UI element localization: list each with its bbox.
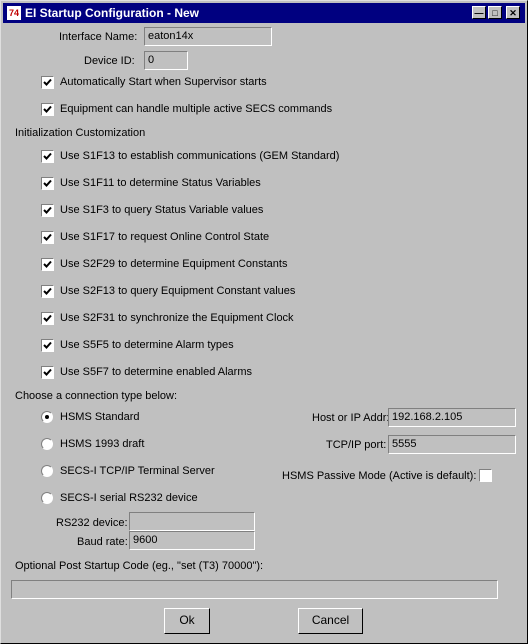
multiple-secs-label: Equipment can handle multiple active SEC… [60, 103, 333, 115]
interface-name-field[interactable]: eaton14x [144, 27, 272, 46]
connection-section-heading: Choose a connection type below: [15, 390, 178, 402]
multiple-secs-checkbox[interactable] [41, 103, 54, 116]
init-option-5-label: Use S2F29 to determine Equipment Constan… [60, 258, 288, 270]
init-option-6-checkbox[interactable] [41, 285, 54, 298]
interface-name-label: Interface Name: [59, 31, 138, 43]
minimize-icon[interactable]: — [472, 6, 486, 19]
host-field[interactable]: 192.168.2.105 [388, 408, 516, 427]
init-option-6-label: Use S2F13 to query Equipment Constant va… [60, 285, 296, 297]
init-section-heading: Initialization Customization [15, 127, 146, 139]
window-title: EI Startup Configuration - New [25, 6, 199, 20]
port-label: TCP/IP port: [326, 439, 387, 451]
title-bar[interactable]: 74 EI Startup Configuration - New — □ ✕ [3, 3, 525, 23]
init-option-4-checkbox[interactable] [41, 231, 54, 244]
checkmark-icon [43, 152, 52, 160]
close-icon[interactable]: ✕ [506, 6, 520, 19]
connection-type-label-2: HSMS 1993 draft [60, 438, 145, 450]
rs232-field[interactable] [129, 512, 255, 531]
host-label: Host or IP Addr: [312, 412, 390, 424]
init-option-1-checkbox[interactable] [41, 150, 54, 163]
init-option-1-label: Use S1F13 to establish communications (G… [60, 150, 340, 162]
ok-button[interactable]: Ok [164, 608, 210, 634]
checkmark-icon [43, 233, 52, 241]
checkmark-icon [43, 179, 52, 187]
checkmark-icon [43, 105, 52, 113]
init-option-3-label: Use S1F3 to query Status Variable values [60, 204, 264, 216]
auto-start-checkbox[interactable] [41, 76, 54, 89]
init-option-2-label: Use S1F11 to determine Status Variables [60, 177, 261, 189]
connection-type-radio-2[interactable] [41, 438, 53, 450]
passive-mode-checkbox[interactable] [479, 469, 492, 482]
init-option-9-checkbox[interactable] [41, 366, 54, 379]
init-option-8-checkbox[interactable] [41, 339, 54, 352]
connection-type-label-4: SECS-I serial RS232 device [60, 492, 198, 504]
connection-type-radio-3[interactable] [41, 465, 53, 477]
checkmark-icon [43, 341, 52, 349]
checkmark-icon [43, 314, 52, 322]
init-option-9-label: Use S5F7 to determine enabled Alarms [60, 366, 252, 378]
checkmark-icon [43, 78, 52, 86]
connection-type-label-1: HSMS Standard [60, 411, 140, 423]
init-option-3-checkbox[interactable] [41, 204, 54, 217]
checkmark-icon [43, 206, 52, 214]
maximize-icon[interactable]: □ [488, 6, 502, 19]
rs232-label: RS232 device: [56, 517, 128, 529]
post-startup-label: Optional Post Startup Code (eg., "set (T… [15, 560, 264, 572]
device-id-label: Device ID: [84, 55, 135, 67]
init-option-5-checkbox[interactable] [41, 258, 54, 271]
device-id-field[interactable]: 0 [144, 51, 188, 70]
init-option-2-checkbox[interactable] [41, 177, 54, 190]
init-option-7-label: Use S2F31 to synchronize the Equipment C… [60, 312, 294, 324]
init-option-8-label: Use S5F5 to determine Alarm types [60, 339, 234, 351]
auto-start-label: Automatically Start when Supervisor star… [60, 76, 267, 88]
connection-type-label-3: SECS-I TCP/IP Terminal Server [60, 465, 215, 477]
radio-selected-dot [45, 415, 49, 419]
init-option-7-checkbox[interactable] [41, 312, 54, 325]
connection-type-radio-1[interactable] [41, 411, 53, 423]
checkmark-icon [43, 260, 52, 268]
checkmark-icon [43, 287, 52, 295]
post-startup-field[interactable] [11, 580, 498, 599]
baud-field[interactable]: 9600 [129, 531, 255, 550]
checkmark-icon [43, 368, 52, 376]
baud-label: Baud rate: [77, 536, 128, 548]
connection-type-radio-4[interactable] [41, 492, 53, 504]
passive-mode-label: HSMS Passive Mode (Active is default): [282, 470, 477, 482]
init-option-4-label: Use S1F17 to request Online Control Stat… [60, 231, 270, 243]
app-icon: 74 [7, 6, 21, 20]
port-field[interactable]: 5555 [388, 435, 516, 454]
cancel-button[interactable]: Cancel [298, 608, 363, 634]
